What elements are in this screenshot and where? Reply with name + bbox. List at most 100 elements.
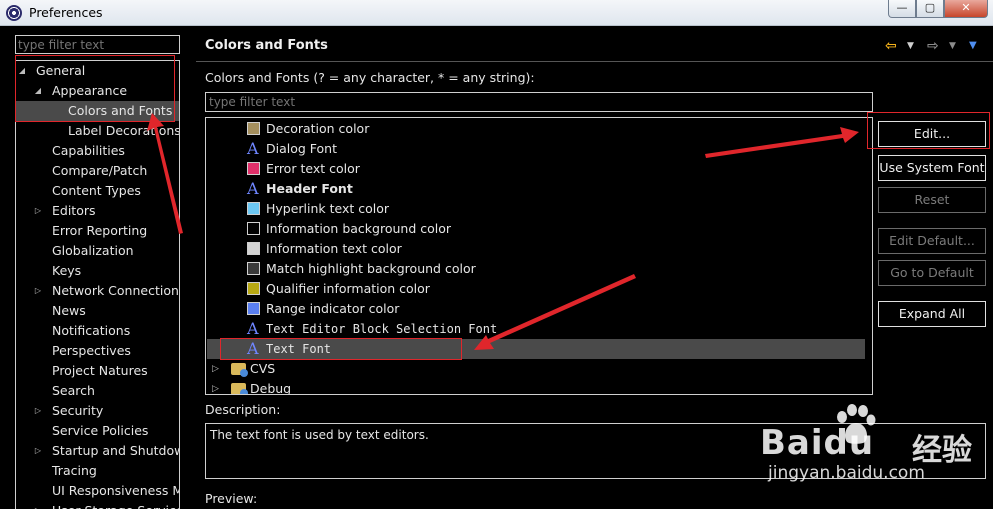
edit-default-button[interactable]: Edit Default... (878, 228, 986, 254)
baidu-watermark: Baidu 经验 jingyan.baidu.com (760, 403, 990, 483)
preference-tree[interactable]: ◢ General ◢ Appearance Colors and Fonts Label… (15, 60, 180, 509)
watermark-url: jingyan.baidu.com (768, 463, 925, 483)
row-label: Information text color (266, 241, 402, 256)
close-button[interactable]: ✕ (944, 0, 988, 18)
color-definition-row[interactable]: Qualifier information color (207, 279, 865, 299)
color-definition-row[interactable]: Information text color (207, 239, 865, 259)
tree-item-label: Tracing (52, 463, 97, 478)
tree-item-label: Label Decorations (68, 123, 180, 138)
expand-arrow-icon[interactable]: ▷ (33, 401, 43, 421)
font-definition-row[interactable]: A Dialog Font (207, 139, 865, 159)
row-label: Range indicator color (266, 301, 400, 316)
forward-dropdown-icon[interactable]: ▼ (949, 41, 956, 51)
tree-item[interactable]: Compare/Patch (16, 161, 179, 181)
tree-item[interactable]: Capabilities (16, 141, 179, 161)
tree-item[interactable]: Perspectives (16, 341, 179, 361)
colors-filter-input[interactable] (206, 93, 872, 111)
tree-item[interactable]: ▷ Network Connections (16, 281, 180, 301)
tree-item-label: Content Types (52, 183, 141, 198)
preference-filter-input[interactable] (16, 36, 179, 53)
watermark-brand: Baidu (760, 423, 875, 463)
page-title: Colors and Fonts (205, 38, 328, 53)
tree-item[interactable]: Keys (16, 261, 179, 281)
tree-item[interactable]: ▷ Security (16, 401, 179, 421)
tree-item-label: Compare/Patch (52, 163, 148, 178)
color-swatch-icon (247, 222, 260, 235)
category-row[interactable]: ▷ CVS (207, 359, 865, 379)
color-definition-row[interactable]: Decoration color (207, 119, 865, 139)
colors-filter-box[interactable] (205, 92, 873, 112)
expand-arrow-icon[interactable]: ▷ (33, 501, 43, 509)
tree-item[interactable]: Content Types (16, 181, 179, 201)
go-to-default-button[interactable]: Go to Default (878, 260, 986, 286)
tree-item-label: Error Reporting (52, 223, 148, 238)
eclipse-icon (6, 5, 22, 21)
maximize-button[interactable]: ▢ (916, 0, 944, 18)
font-icon: A (247, 179, 259, 198)
view-menu-icon[interactable]: ▼ (969, 40, 977, 51)
color-definition-row[interactable]: Match highlight background color (207, 259, 865, 279)
tree-item-label: Startup and Shutdown (52, 443, 180, 458)
annotation-box-edit (867, 112, 990, 149)
color-swatch-icon (247, 242, 260, 255)
tree-item[interactable]: Label Decorations (16, 121, 180, 141)
expand-all-button[interactable]: Expand All (878, 301, 986, 327)
row-label: Dialog Font (266, 141, 338, 156)
reset-button[interactable]: Reset (878, 187, 986, 213)
tree-item-label: Notifications (52, 323, 131, 338)
preference-filter-box[interactable] (15, 35, 180, 54)
row-label: Information background color (266, 221, 452, 236)
preview-label: Preview: (205, 491, 258, 506)
expand-arrow-icon[interactable]: ▷ (212, 379, 219, 394)
tree-item[interactable]: ▷ Startup and Shutdown (16, 441, 180, 461)
font-definition-row[interactable]: A Text Editor Block Selection Font (207, 319, 865, 339)
category-label: CVS (250, 361, 276, 376)
row-label: Text Editor Block Selection Font (266, 322, 498, 336)
category-row[interactable]: ▷ Debug (207, 379, 865, 394)
color-definition-row[interactable]: Error text color (207, 159, 865, 179)
tree-item[interactable]: UI Responsiveness Monitoring (16, 481, 179, 501)
window-title: Preferences (29, 5, 103, 20)
expand-arrow-icon[interactable]: ▷ (212, 359, 219, 379)
back-arrow-icon[interactable]: ⇦ (885, 38, 897, 54)
pane-sash[interactable] (188, 26, 193, 509)
expand-arrow-icon[interactable]: ▷ (33, 441, 43, 461)
page-header: Colors and Fonts ⇦ ▼ ⇨ ▼ ▼ (196, 28, 993, 62)
tree-item-label: User Storage Service (52, 501, 179, 509)
tree-item[interactable]: Search (16, 381, 179, 401)
tree-item[interactable]: Tracing (16, 461, 179, 481)
row-label: Qualifier information color (266, 281, 430, 296)
color-definition-row[interactable]: Range indicator color (207, 299, 865, 319)
use-system-font-button[interactable]: Use System Font (878, 155, 986, 181)
color-definition-row[interactable]: Information background color (207, 219, 865, 239)
tree-item[interactable]: ▷ User Storage Service (16, 501, 179, 509)
tree-item-label: Network Connections (52, 283, 180, 298)
expand-arrow-icon[interactable]: ▷ (33, 281, 43, 301)
tree-item-label: UI Responsiveness Monitoring (52, 483, 179, 498)
color-swatch-icon (247, 122, 260, 135)
tree-item-label: Keys (52, 263, 82, 278)
tree-item[interactable]: ▷ Editors (16, 201, 179, 221)
tree-item-label: Service Policies (52, 423, 149, 438)
row-label: Match highlight background color (266, 261, 476, 276)
tree-item[interactable]: Globalization (16, 241, 179, 261)
expand-arrow-icon[interactable]: ▷ (33, 201, 43, 221)
forward-arrow-icon[interactable]: ⇨ (927, 38, 939, 54)
tree-item[interactable]: Notifications (16, 321, 179, 341)
annotation-box-text-font (220, 338, 462, 360)
color-swatch-icon (247, 302, 260, 315)
tree-item[interactable]: Project Natures (16, 361, 179, 381)
title-bar: Preferences — ▢ ✕ (0, 0, 993, 26)
back-dropdown-icon[interactable]: ▼ (907, 41, 914, 51)
tree-item[interactable]: Error Reporting (16, 221, 179, 241)
tree-item[interactable]: News (16, 301, 179, 321)
color-definition-row[interactable]: Hyperlink text color (207, 199, 865, 219)
row-label: Error text color (266, 161, 360, 176)
font-definition-row[interactable]: A Header Font (207, 179, 865, 199)
minimize-button[interactable]: — (888, 0, 916, 18)
tree-item-label: News (52, 303, 86, 318)
tree-item-label: Security (52, 403, 104, 418)
category-folder-icon (231, 363, 248, 377)
tree-item-label: Perspectives (52, 343, 131, 358)
tree-item[interactable]: Service Policies (16, 421, 179, 441)
